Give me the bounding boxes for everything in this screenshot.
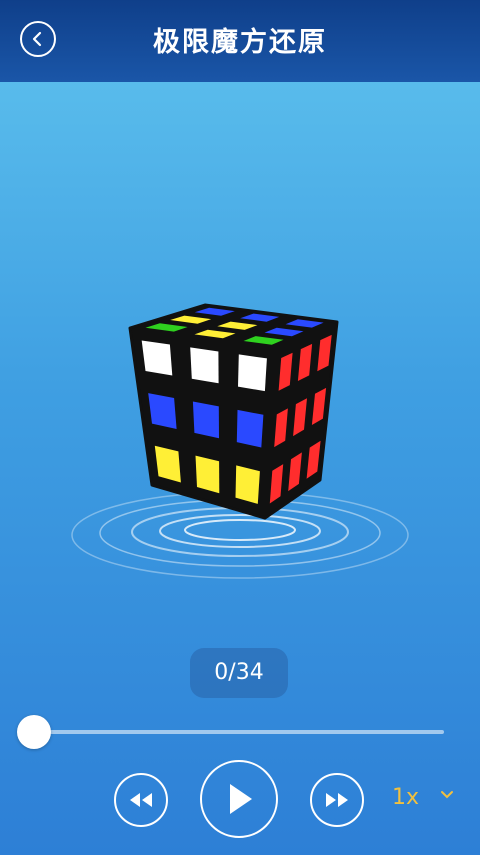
top-bar: 极限魔方还原 <box>0 0 480 82</box>
fast-forward-icon <box>326 793 348 807</box>
progress-track[interactable] <box>34 730 444 734</box>
speed-selector[interactable]: 1x <box>392 785 419 810</box>
page-title: 极限魔方还原 <box>153 27 327 58</box>
fast-forward-button[interactable] <box>310 773 364 827</box>
play-button[interactable] <box>200 760 278 838</box>
front-face-sticker <box>141 340 173 376</box>
chevron-down-icon[interactable] <box>440 790 454 800</box>
front-face-sticker <box>148 393 177 429</box>
cube-scene[interactable] <box>60 290 420 590</box>
play-icon <box>230 784 252 814</box>
front-face-sticker <box>192 401 219 439</box>
rubiks-cube <box>128 303 339 520</box>
progress-thumb[interactable] <box>17 715 51 749</box>
front-face-sticker <box>195 455 220 494</box>
front-face-sticker <box>190 347 219 384</box>
front-face-sticker <box>238 354 267 392</box>
front-face-sticker <box>235 465 260 504</box>
front-face-sticker <box>236 409 264 448</box>
step-counter: 0/34 <box>190 648 288 698</box>
rewind-button[interactable] <box>114 773 168 827</box>
rewind-icon <box>130 793 152 807</box>
